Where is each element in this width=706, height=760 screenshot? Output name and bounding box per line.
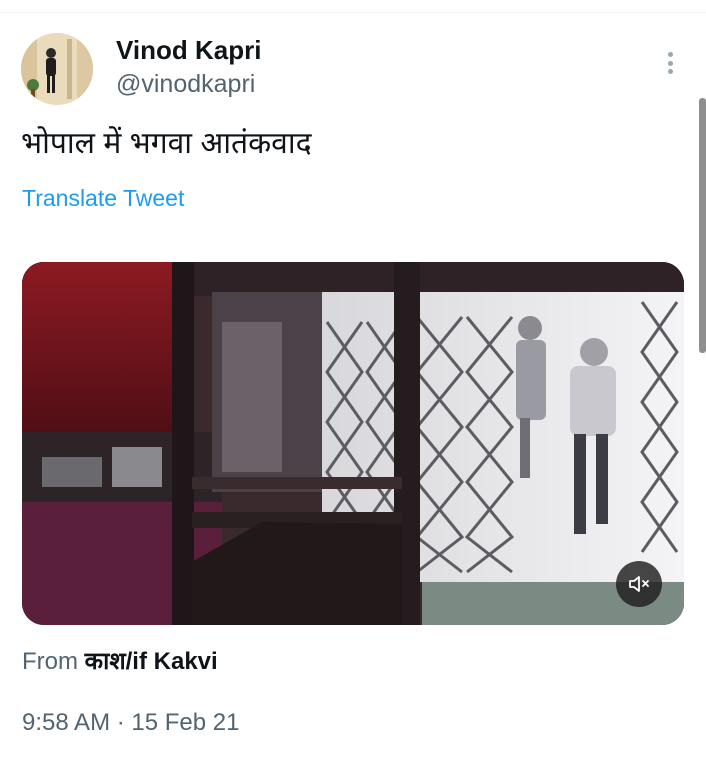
volume-muted-icon [629, 576, 649, 592]
top-divider [0, 12, 706, 13]
author-info[interactable]: Vinod Kapri @vinodkapri [116, 34, 261, 100]
source-prefix: From [22, 648, 78, 675]
tweet-timestamp[interactable]: 9:58 AM · 15 Feb 21 [22, 707, 240, 739]
mute-toggle-button[interactable] [616, 561, 662, 607]
tweet-time[interactable]: 9:58 AM [22, 709, 110, 736]
video-frame [22, 262, 684, 625]
scrollbar[interactable] [699, 98, 706, 353]
avatar-image [21, 33, 93, 105]
more-options-button[interactable] [656, 46, 684, 80]
more-vertical-icon [667, 60, 673, 66]
more-vertical-icon [667, 52, 673, 57]
translate-tweet-link[interactable]: Translate Tweet [22, 183, 184, 213]
more-vertical-icon [667, 69, 673, 74]
tweet-text: भोपाल में भगवा आतंकवाद [21, 127, 312, 160]
avatar[interactable] [21, 33, 93, 105]
author-handle[interactable]: @vinodkapri [116, 68, 261, 100]
tweet-video[interactable] [22, 262, 684, 625]
author-display-name[interactable]: Vinod Kapri [116, 34, 261, 66]
timestamp-separator: · [116, 709, 125, 736]
source-app-link[interactable]: काश/if Kakvi [85, 648, 218, 675]
tweet-date[interactable]: 15 Feb 21 [131, 709, 239, 736]
tweet-source: From काश/if Kakvi [22, 647, 218, 677]
